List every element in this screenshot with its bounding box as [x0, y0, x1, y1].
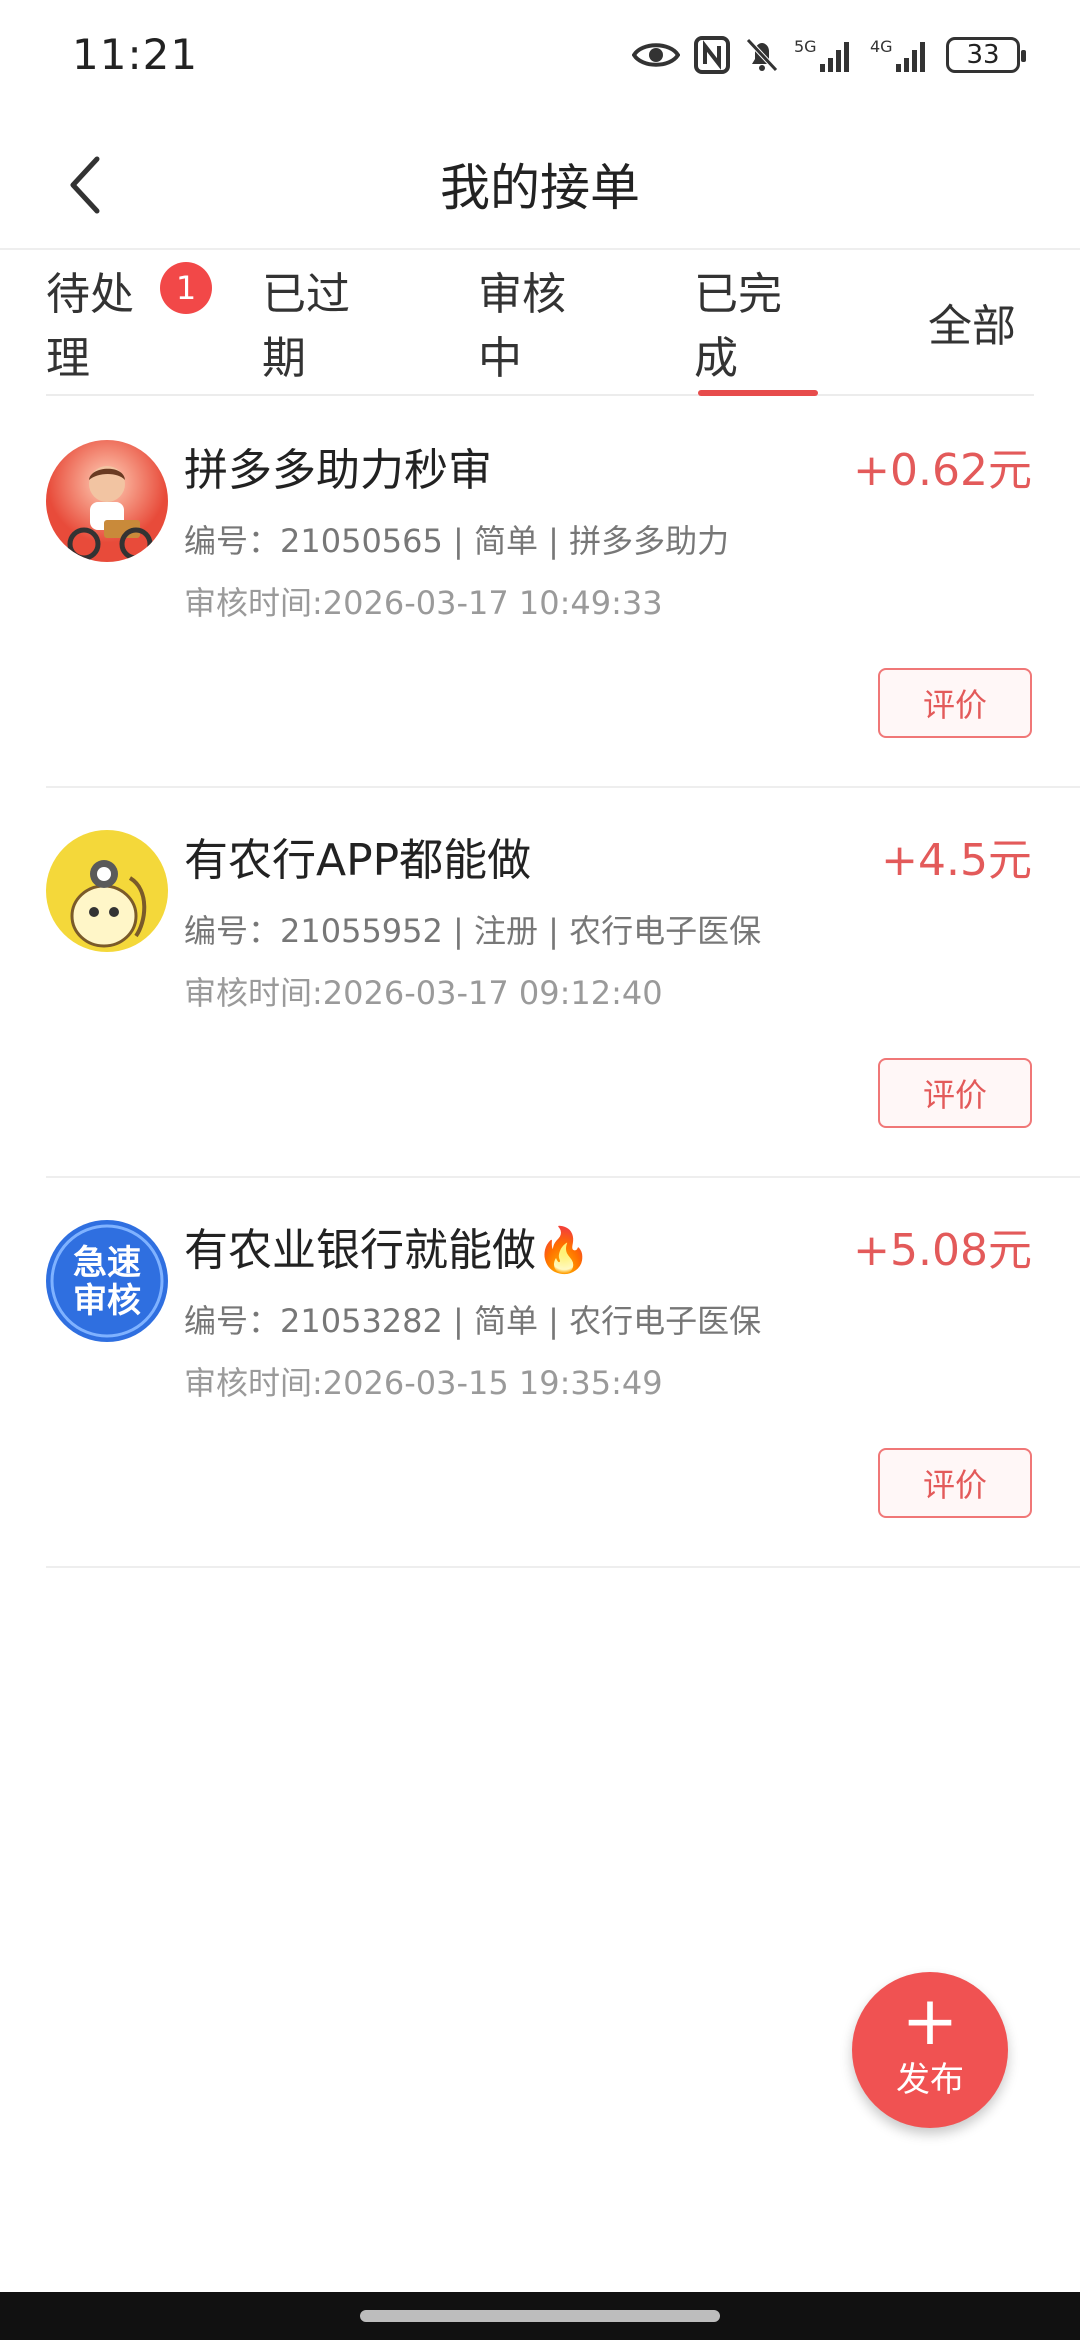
- order-amount: +0.62元: [853, 445, 1032, 496]
- order-amount: +5.08元: [853, 1225, 1032, 1276]
- publish-button[interactable]: + 发布: [852, 1972, 1008, 2128]
- order-title: 有农行APP都能做: [184, 835, 532, 886]
- bell-off-icon: [746, 38, 778, 72]
- avatar: 急速 审核: [46, 1220, 168, 1342]
- order-item[interactable]: 急速 审核 有农业银行就能做🔥 +5.08元 编号：21053282 | 简单 …: [46, 1176, 1080, 1568]
- order-review-time: 审核时间:2026-03-17 10:49:33: [184, 584, 663, 622]
- order-review-time: 审核时间:2026-03-15 19:35:49: [184, 1364, 663, 1402]
- order-meta: 编号：21050565 | 简单 | 拼多多助力: [184, 522, 730, 560]
- review-button[interactable]: 评价: [878, 668, 1032, 738]
- status-icons: 5G 4G 33: [632, 36, 1026, 74]
- home-indicator[interactable]: [360, 2310, 720, 2322]
- svg-text:5G: 5G: [794, 37, 817, 56]
- cyclist-avatar-icon: [46, 440, 168, 562]
- status-bar: 11:21 5G 4G 33: [0, 0, 1080, 120]
- review-button[interactable]: 评价: [878, 1448, 1032, 1518]
- tab-pending[interactable]: 待处理 1: [46, 250, 212, 394]
- order-item[interactable]: 拼多多助力秒审 +0.62元 编号：21050565 | 简单 | 拼多多助力 …: [46, 396, 1080, 788]
- tabs: 待处理 1 已过期 审核中 已完成 全部: [46, 250, 1034, 396]
- review-button[interactable]: 评价: [878, 1058, 1032, 1128]
- publish-label: 发布: [896, 2059, 964, 2100]
- order-review-time: 审核时间:2026-03-17 09:12:40: [184, 974, 663, 1012]
- notification-badge: 1: [160, 262, 212, 314]
- order-title: 有农业银行就能做🔥: [184, 1225, 591, 1276]
- peanut-mascot-icon: [46, 830, 168, 952]
- nfc-icon: [694, 36, 730, 74]
- tab-all[interactable]: 全部: [910, 250, 1034, 394]
- avatar: [46, 440, 168, 562]
- plus-icon: +: [901, 1981, 959, 2061]
- tab-label: 审核中: [478, 269, 566, 384]
- avatar-text-line2: 审核: [73, 1281, 141, 1321]
- eye-icon: [632, 43, 680, 67]
- fast-review-avatar: 急速 审核: [46, 1220, 168, 1342]
- avatar: [46, 830, 168, 952]
- tab-label: 已完成: [694, 269, 782, 384]
- battery-icon: 33: [946, 37, 1026, 73]
- battery-level: 33: [966, 40, 1000, 70]
- tab-label: 已过期: [262, 269, 350, 384]
- tab-expired[interactable]: 已过期: [262, 250, 390, 394]
- order-amount: +4.5元: [881, 835, 1032, 886]
- order-title: 拼多多助力秒审: [184, 445, 492, 496]
- page-title: 我的接单: [440, 159, 640, 217]
- order-item[interactable]: 有农行APP都能做 +4.5元 编号：21055952 | 注册 | 农行电子医…: [46, 786, 1080, 1178]
- header: 我的接单: [0, 120, 1080, 250]
- system-nav-bar: [0, 2292, 1080, 2340]
- signal-4g-icon: 4G: [870, 37, 925, 72]
- order-meta: 编号：21055952 | 注册 | 农行电子医保: [184, 912, 762, 950]
- tab-completed[interactable]: 已完成: [694, 250, 822, 394]
- status-time: 11:21: [72, 30, 199, 79]
- avatar-text-line1: 急速: [73, 1243, 141, 1283]
- tab-reviewing[interactable]: 审核中: [478, 250, 606, 394]
- order-meta: 编号：21053282 | 简单 | 农行电子医保: [184, 1302, 762, 1340]
- tab-label: 待处理: [46, 269, 134, 384]
- tab-label: 全部: [928, 301, 1016, 352]
- signal-5g-icon: 5G: [794, 37, 849, 72]
- svg-text:4G: 4G: [870, 37, 893, 56]
